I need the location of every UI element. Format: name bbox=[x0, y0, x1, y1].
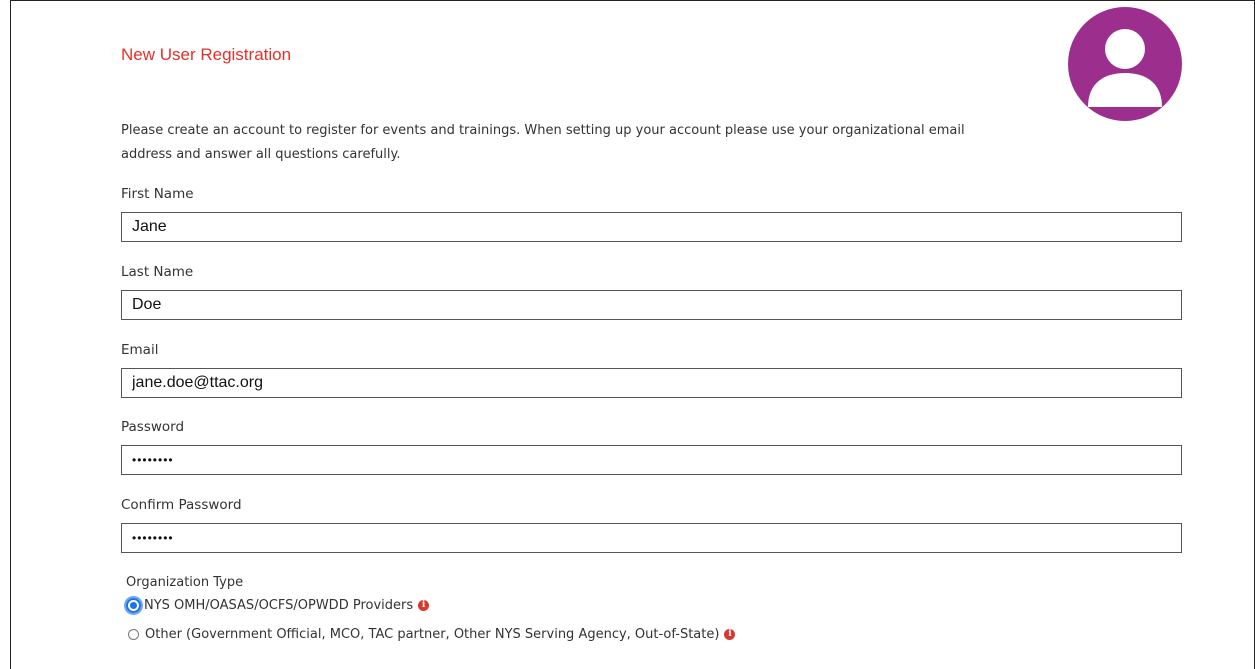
info-icon[interactable]: i bbox=[724, 629, 736, 640]
last-name-label: Last Name bbox=[121, 264, 194, 280]
email-label: Email bbox=[121, 342, 159, 358]
org-option-other-label: Other (Government Official, MCO, TAC par… bbox=[145, 627, 720, 642]
page-title: New User Registration bbox=[121, 45, 292, 64]
email-input[interactable] bbox=[121, 368, 1182, 398]
user-avatar-icon bbox=[1068, 7, 1182, 121]
org-option-providers-label: NYS OMH/OASAS/OCFS/OPWDD Providers bbox=[144, 598, 414, 613]
password-input[interactable] bbox=[121, 445, 1182, 475]
radio-unselected-icon[interactable] bbox=[128, 629, 139, 640]
last-name-input[interactable] bbox=[121, 290, 1182, 320]
org-option-providers[interactable]: NYS OMH/OASAS/OCFS/OPWDD Providers i bbox=[126, 598, 430, 613]
intro-text: Please create an account to register for… bbox=[121, 123, 965, 162]
radio-selected-icon[interactable] bbox=[126, 598, 141, 613]
first-name-input[interactable] bbox=[121, 212, 1182, 242]
organization-type-label: Organization Type bbox=[126, 575, 244, 590]
info-icon[interactable]: i bbox=[418, 600, 430, 611]
confirm-password-input[interactable] bbox=[121, 523, 1182, 553]
form-frame bbox=[10, 0, 1255, 669]
confirm-password-label: Confirm Password bbox=[121, 497, 242, 513]
org-option-other[interactable]: Other (Government Official, MCO, TAC par… bbox=[126, 627, 736, 642]
password-label: Password bbox=[121, 419, 185, 435]
first-name-label: First Name bbox=[121, 186, 194, 202]
